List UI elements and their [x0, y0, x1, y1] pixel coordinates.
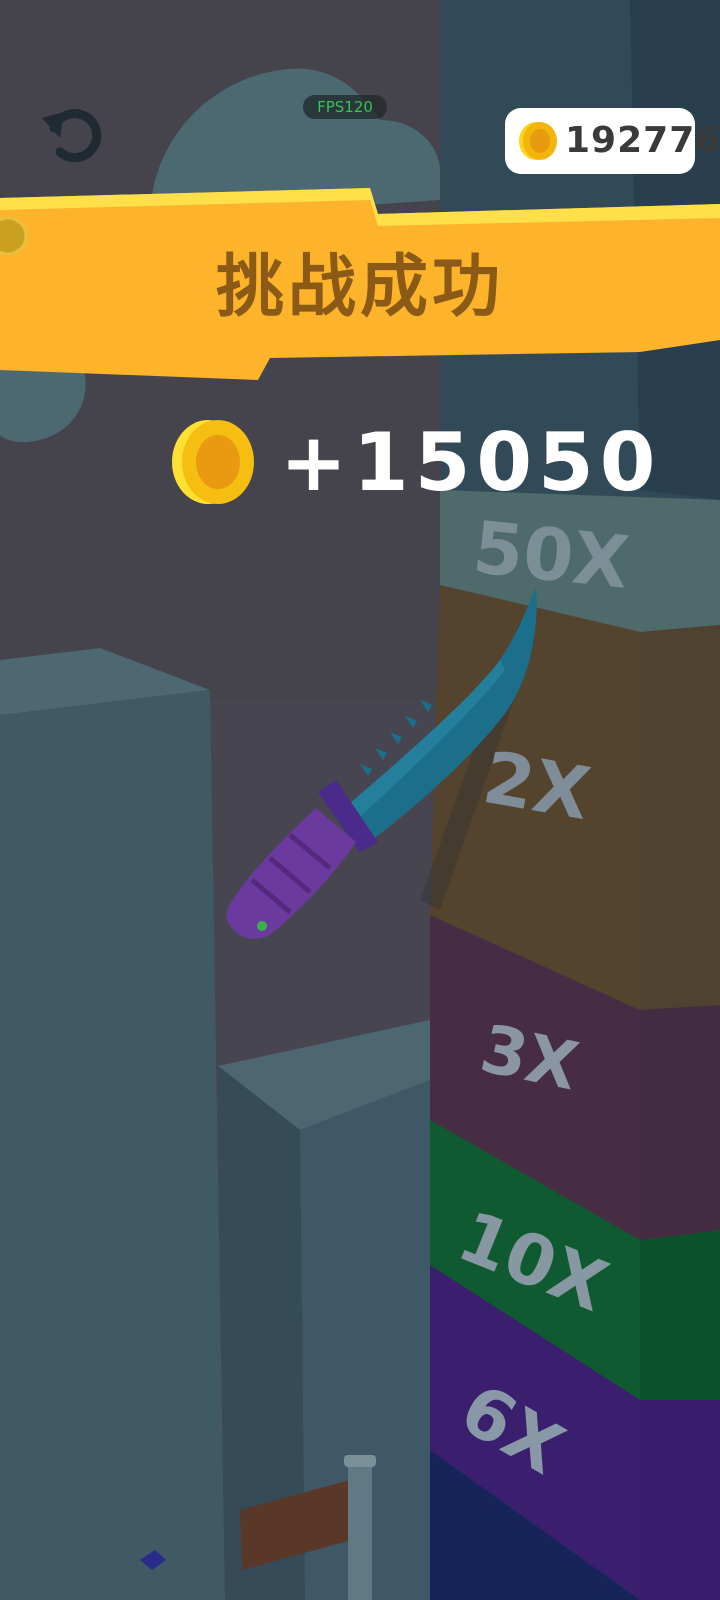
coin-balance-value: 192776	[565, 120, 720, 161]
undo-button[interactable]	[36, 100, 108, 168]
game-scene	[0, 0, 720, 1600]
coin-balance: 192776	[505, 108, 720, 174]
gold-coin-icon	[519, 122, 557, 160]
banner-title: 挑战成功	[215, 248, 504, 327]
tower-label-2x: 2X	[477, 735, 597, 837]
tower-label-50x: 50X	[469, 505, 633, 605]
reward-amount: +15050	[280, 416, 662, 509]
gold-coin-icon	[172, 420, 254, 504]
fps-counter: FPS120	[303, 95, 387, 119]
undo-arrow-icon	[42, 109, 102, 163]
